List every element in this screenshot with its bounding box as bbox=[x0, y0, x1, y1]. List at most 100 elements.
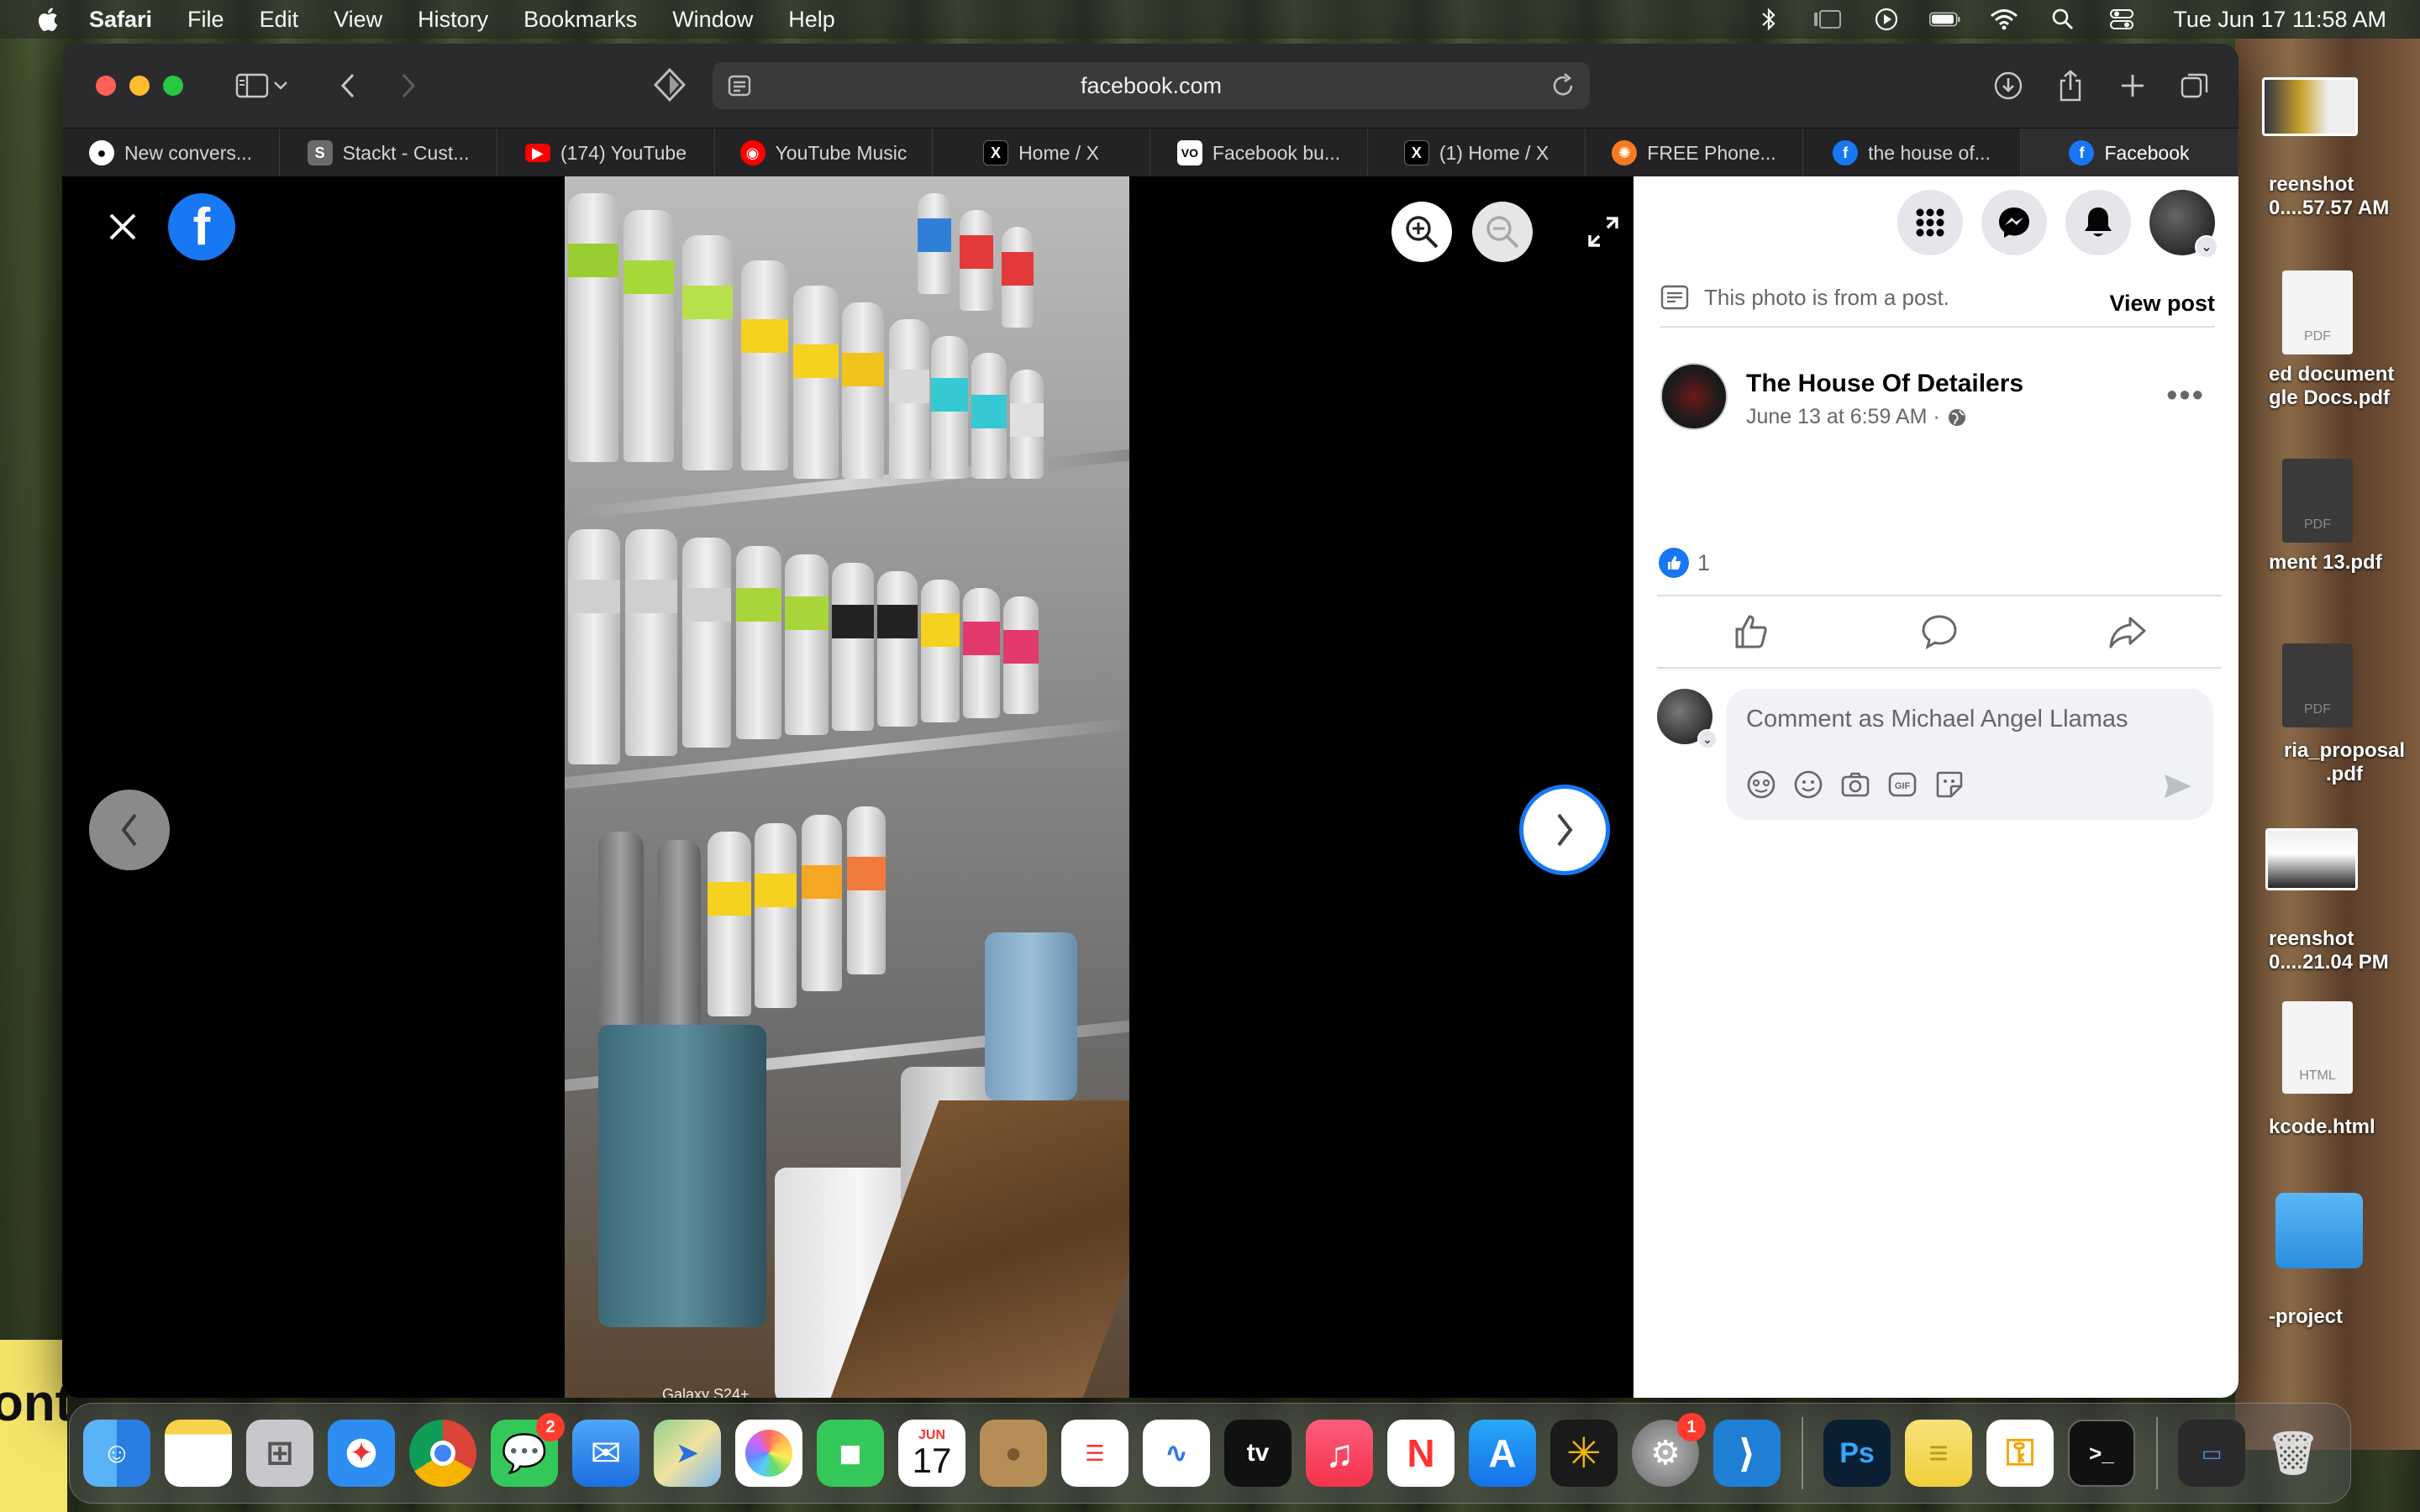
terminal-icon[interactable]: >_ bbox=[2068, 1420, 2135, 1487]
close-window-button[interactable] bbox=[96, 76, 116, 96]
now-playing-icon[interactable] bbox=[1870, 7, 1902, 32]
stickies-icon[interactable]: ≡ bbox=[1905, 1420, 1972, 1487]
comment-icon[interactable] bbox=[1919, 612, 1960, 652]
messenger-button[interactable] bbox=[1981, 190, 2047, 255]
tab-overview-icon[interactable] bbox=[2176, 67, 2213, 104]
zoom-out-button[interactable] bbox=[1472, 202, 1533, 262]
downloads-icon[interactable] bbox=[1990, 67, 2027, 104]
menu-history[interactable]: History bbox=[418, 7, 488, 33]
share-post-icon[interactable] bbox=[2107, 612, 2148, 652]
control-center-icon[interactable] bbox=[2106, 7, 2138, 32]
vscode-icon[interactable]: ⟩ bbox=[1713, 1420, 1781, 1487]
more-options-icon[interactable]: ••• bbox=[2166, 378, 2205, 414]
like-icon[interactable] bbox=[1731, 612, 1771, 652]
tab-facebook[interactable]: f Facebook bbox=[2021, 129, 2238, 177]
desktop-sticky-window[interactable]: ontr bbox=[0, 1340, 67, 1512]
system-settings-icon[interactable]: ⚙ 1 bbox=[1632, 1413, 1706, 1487]
gif-icon[interactable]: GIF bbox=[1887, 769, 1918, 800]
author-name[interactable]: The House Of Detailers bbox=[1746, 370, 2023, 398]
new-tab-icon[interactable] bbox=[2114, 67, 2151, 104]
desktop-item-proposal-pdf[interactable]: ria_proposal .pdf bbox=[2269, 739, 2420, 786]
freeform-icon[interactable]: ∿ bbox=[1143, 1420, 1210, 1487]
bluetooth-icon[interactable] bbox=[1753, 7, 1785, 32]
tab-stackt[interactable]: S Stackt - Cust... bbox=[280, 129, 497, 177]
fullscreen-window-button[interactable] bbox=[163, 76, 183, 96]
desktop-screenshot-thumbnail[interactable] bbox=[2262, 77, 2358, 136]
share-icon[interactable] bbox=[2052, 67, 2089, 104]
menu-help[interactable]: Help bbox=[788, 7, 835, 33]
launchpad-icon[interactable]: ⊞ bbox=[246, 1420, 313, 1487]
reactions-summary[interactable]: 1 bbox=[1659, 548, 1710, 578]
html-file-icon[interactable]: HTML bbox=[2282, 1001, 2353, 1094]
next-photo-button[interactable] bbox=[1519, 785, 1610, 875]
calendar-icon[interactable]: JUN 17 bbox=[898, 1420, 965, 1487]
fullscreen-icon[interactable] bbox=[1583, 212, 1623, 252]
camera-icon[interactable] bbox=[1840, 769, 1870, 800]
view-post-link[interactable]: View post bbox=[2109, 291, 2215, 317]
news-icon[interactable]: N bbox=[1387, 1420, 1455, 1487]
previous-photo-button[interactable] bbox=[89, 790, 170, 870]
post-photo[interactable] bbox=[565, 176, 1129, 1398]
desktop-item-project-folder[interactable]: -project bbox=[2269, 1305, 2420, 1329]
post-date-text[interactable]: June 13 at 6:59 AM · bbox=[1746, 405, 1940, 429]
app-store-icon[interactable]: A bbox=[1469, 1420, 1536, 1487]
reload-icon[interactable] bbox=[1549, 72, 1576, 99]
chrome-icon[interactable] bbox=[409, 1420, 476, 1487]
desktop-item-google-docs-pdf[interactable]: ed document gle Docs.pdf bbox=[2269, 363, 2420, 410]
passwords-icon[interactable]: ⚿ bbox=[1986, 1420, 2054, 1487]
privacy-shield-icon[interactable] bbox=[652, 67, 687, 102]
zoom-in-button[interactable] bbox=[1392, 202, 1452, 262]
tab-x-home[interactable]: X Home / X bbox=[933, 129, 1150, 177]
close-icon[interactable] bbox=[99, 203, 146, 250]
tab-free-phone[interactable]: ✺ FREE Phone... bbox=[1586, 129, 1803, 177]
spotlight-search-icon[interactable] bbox=[2047, 7, 2079, 32]
commenter-avatar[interactable]: ⌄ bbox=[1657, 689, 1718, 749]
menu-window[interactable]: Window bbox=[672, 7, 753, 33]
minimize-window-button[interactable] bbox=[129, 76, 150, 96]
tab-facebook-business[interactable]: VO Facebook bu... bbox=[1150, 129, 1368, 177]
menu-file[interactable]: File bbox=[187, 7, 224, 33]
menu-app-name[interactable]: Safari bbox=[89, 7, 152, 33]
stage-manager-icon[interactable] bbox=[1812, 7, 1844, 32]
battery-icon[interactable] bbox=[1929, 7, 1961, 32]
notes-icon[interactable] bbox=[165, 1420, 232, 1487]
safari-icon[interactable]: ✦ bbox=[328, 1420, 395, 1487]
facetime-icon[interactable]: ◼ bbox=[817, 1420, 884, 1487]
avatar-sticker-icon[interactable] bbox=[1746, 769, 1776, 800]
tab-github[interactable]: ● New convers... bbox=[62, 129, 280, 177]
finder-icon[interactable]: ☺ bbox=[83, 1420, 150, 1487]
maps-icon[interactable]: ➤ bbox=[654, 1420, 721, 1487]
desktop-item-screenshot-2[interactable]: reenshot 0....21.04 PM bbox=[2269, 927, 2420, 974]
sidebar-toggle-icon[interactable] bbox=[234, 67, 271, 104]
reminders-icon[interactable]: ☰ bbox=[1061, 1420, 1128, 1487]
menu-view[interactable]: View bbox=[334, 7, 382, 33]
facebook-logo-icon[interactable]: f bbox=[168, 193, 235, 260]
desktop-item-html[interactable]: kcode.html bbox=[2269, 1116, 2420, 1139]
tab-the-house-of[interactable]: f the house of... bbox=[1803, 129, 2021, 177]
photoshop-icon[interactable]: Ps bbox=[1823, 1420, 1891, 1487]
music-icon[interactable]: ♫ bbox=[1306, 1420, 1373, 1487]
emoji-icon[interactable] bbox=[1793, 769, 1823, 800]
address-bar[interactable]: facebook.com bbox=[713, 62, 1590, 109]
menubar-clock[interactable]: Tue Jun 17 11:58 AM bbox=[2173, 7, 2386, 33]
page-menu-icon[interactable] bbox=[726, 72, 753, 99]
pdf-file-icon[interactable]: PDF bbox=[2282, 459, 2353, 543]
account-avatar[interactable]: ⌄ bbox=[2149, 190, 2218, 259]
folder-icon[interactable] bbox=[2275, 1193, 2363, 1268]
contacts-icon[interactable]: ● bbox=[980, 1420, 1047, 1487]
minimized-window-icon[interactable]: ▭ bbox=[2178, 1420, 2245, 1487]
comment-input[interactable]: Comment as Michael Angel Llamas GIF bbox=[1726, 689, 2213, 820]
messages-icon[interactable]: 💬 2 bbox=[491, 1413, 565, 1487]
wifi-icon[interactable] bbox=[1988, 7, 2020, 32]
desktop-screenshot-thumbnail[interactable] bbox=[2265, 828, 2358, 890]
trash-icon[interactable]: 🗑 bbox=[2260, 1420, 2327, 1487]
chevron-down-icon[interactable] bbox=[271, 67, 291, 104]
notifications-button[interactable] bbox=[2065, 190, 2131, 255]
menu-bookmarks[interactable]: Bookmarks bbox=[523, 7, 637, 33]
back-button[interactable] bbox=[329, 67, 366, 104]
apple-icon[interactable] bbox=[35, 6, 59, 33]
pdf-file-icon[interactable]: PDF bbox=[2282, 270, 2353, 354]
desktop-item-document-13[interactable]: ment 13.pdf bbox=[2269, 551, 2420, 575]
apple-tv-icon[interactable]: tv bbox=[1224, 1420, 1292, 1487]
tab-youtube[interactable]: ▶ (174) YouTube bbox=[497, 129, 715, 177]
